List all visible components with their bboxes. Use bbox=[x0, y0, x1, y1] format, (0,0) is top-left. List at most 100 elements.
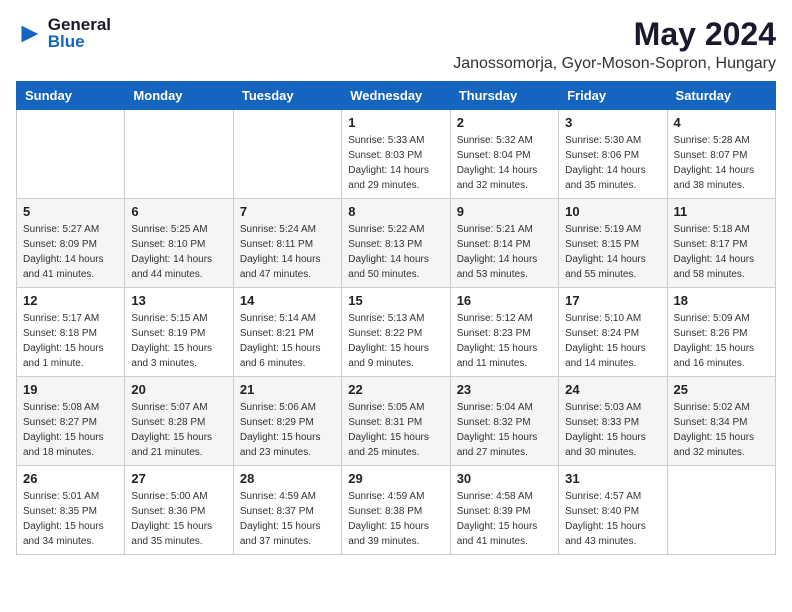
calendar-cell: 27 Sunrise: 5:00 AM Sunset: 8:36 PM Dayli… bbox=[125, 466, 233, 555]
day-number: 1 bbox=[348, 115, 443, 130]
day-info: Sunrise: 5:30 AM Sunset: 8:06 PM Dayligh… bbox=[565, 133, 660, 193]
day-info: Sunrise: 4:59 AM Sunset: 8:37 PM Dayligh… bbox=[240, 489, 335, 549]
calendar-week-row: 12 Sunrise: 5:17 AM Sunset: 8:18 PM Dayli… bbox=[17, 288, 776, 377]
day-number: 8 bbox=[348, 204, 443, 219]
calendar-cell: 18Sunrise: 5:09 AM Sunset: 8:26 PM Dayli… bbox=[667, 288, 775, 377]
calendar-title-block: May 2024 Janossomorja, Gyor-Moson-Sopron… bbox=[453, 16, 776, 73]
day-info: Sunrise: 4:57 AM Sunset: 8:40 PM Dayligh… bbox=[565, 489, 660, 549]
day-info: Sunrise: 5:22 AM Sunset: 8:13 PM Dayligh… bbox=[348, 222, 443, 282]
day-info: Sunrise: 5:25 AM Sunset: 8:10 PM Dayligh… bbox=[131, 222, 226, 282]
day-number: 18 bbox=[674, 293, 769, 308]
weekday-header-friday: Friday bbox=[559, 82, 667, 110]
calendar-cell: 11Sunrise: 5:18 AM Sunset: 8:17 PM Dayli… bbox=[667, 199, 775, 288]
day-number: 17 bbox=[565, 293, 660, 308]
day-number: 22 bbox=[348, 382, 443, 397]
day-info: Sunrise: 5:24 AM Sunset: 8:11 PM Dayligh… bbox=[240, 222, 335, 282]
day-number: 26 bbox=[23, 471, 118, 486]
calendar-cell: 14 Sunrise: 5:14 AM Sunset: 8:21 PM Dayli… bbox=[233, 288, 341, 377]
calendar-subtitle: Janossomorja, Gyor-Moson-Sopron, Hungary bbox=[453, 55, 776, 73]
day-info: Sunrise: 5:00 AM Sunset: 8:36 PM Dayligh… bbox=[131, 489, 226, 549]
day-info: Sunrise: 5:07 AM Sunset: 8:28 PM Dayligh… bbox=[131, 400, 226, 460]
calendar-cell: 31 Sunrise: 4:57 AM Sunset: 8:40 PM Dayli… bbox=[559, 466, 667, 555]
day-info: Sunrise: 5:17 AM Sunset: 8:18 PM Dayligh… bbox=[23, 311, 118, 371]
day-info: Sunrise: 4:58 AM Sunset: 8:39 PM Dayligh… bbox=[457, 489, 552, 549]
day-number: 28 bbox=[240, 471, 335, 486]
day-number: 16 bbox=[457, 293, 552, 308]
calendar-cell: 30 Sunrise: 4:58 AM Sunset: 8:39 PM Dayli… bbox=[450, 466, 558, 555]
logo-general-text: General bbox=[48, 16, 111, 33]
calendar-cell bbox=[125, 110, 233, 199]
weekday-header-tuesday: Tuesday bbox=[233, 82, 341, 110]
day-info: Sunrise: 5:32 AM Sunset: 8:04 PM Dayligh… bbox=[457, 133, 552, 193]
calendar-cell: 7 Sunrise: 5:24 AM Sunset: 8:11 PM Daylig… bbox=[233, 199, 341, 288]
day-info: Sunrise: 5:15 AM Sunset: 8:19 PM Dayligh… bbox=[131, 311, 226, 371]
day-number: 24 bbox=[565, 382, 660, 397]
day-number: 9 bbox=[457, 204, 552, 219]
weekday-header-row: SundayMondayTuesdayWednesdayThursdayFrid… bbox=[17, 82, 776, 110]
calendar-cell: 6 Sunrise: 5:25 AM Sunset: 8:10 PM Daylig… bbox=[125, 199, 233, 288]
calendar-cell: 3 Sunrise: 5:30 AM Sunset: 8:06 PM Daylig… bbox=[559, 110, 667, 199]
day-number: 29 bbox=[348, 471, 443, 486]
calendar-cell: 13Sunrise: 5:15 AM Sunset: 8:19 PM Dayli… bbox=[125, 288, 233, 377]
calendar-cell: 5 Sunrise: 5:27 AM Sunset: 8:09 PM Daylig… bbox=[17, 199, 125, 288]
day-number: 19 bbox=[23, 382, 118, 397]
day-info: Sunrise: 5:19 AM Sunset: 8:15 PM Dayligh… bbox=[565, 222, 660, 282]
calendar-cell: 15 Sunrise: 5:13 AM Sunset: 8:22 PM Dayli… bbox=[342, 288, 450, 377]
weekday-header-monday: Monday bbox=[125, 82, 233, 110]
weekday-header-thursday: Thursday bbox=[450, 82, 558, 110]
calendar-main-title: May 2024 bbox=[453, 16, 776, 53]
calendar-cell: 12 Sunrise: 5:17 AM Sunset: 8:18 PM Dayli… bbox=[17, 288, 125, 377]
day-info: Sunrise: 5:12 AM Sunset: 8:23 PM Dayligh… bbox=[457, 311, 552, 371]
day-number: 4 bbox=[674, 115, 769, 130]
day-info: Sunrise: 5:21 AM Sunset: 8:14 PM Dayligh… bbox=[457, 222, 552, 282]
calendar-cell: 10 Sunrise: 5:19 AM Sunset: 8:15 PM Dayli… bbox=[559, 199, 667, 288]
logo-icon: ► bbox=[16, 17, 44, 49]
day-info: Sunrise: 5:27 AM Sunset: 8:09 PM Dayligh… bbox=[23, 222, 118, 282]
day-number: 7 bbox=[240, 204, 335, 219]
day-number: 6 bbox=[131, 204, 226, 219]
day-info: Sunrise: 5:13 AM Sunset: 8:22 PM Dayligh… bbox=[348, 311, 443, 371]
calendar-cell: 1Sunrise: 5:33 AM Sunset: 8:03 PM Daylig… bbox=[342, 110, 450, 199]
calendar-cell: 9 Sunrise: 5:21 AM Sunset: 8:14 PM Daylig… bbox=[450, 199, 558, 288]
day-info: Sunrise: 5:02 AM Sunset: 8:34 PM Dayligh… bbox=[674, 400, 769, 460]
calendar-cell: 16 Sunrise: 5:12 AM Sunset: 8:23 PM Dayli… bbox=[450, 288, 558, 377]
day-number: 10 bbox=[565, 204, 660, 219]
calendar-cell bbox=[667, 466, 775, 555]
calendar-cell bbox=[233, 110, 341, 199]
weekday-header-sunday: Sunday bbox=[17, 82, 125, 110]
day-info: Sunrise: 5:05 AM Sunset: 8:31 PM Dayligh… bbox=[348, 400, 443, 460]
calendar-week-row: 26 Sunrise: 5:01 AM Sunset: 8:35 PM Dayli… bbox=[17, 466, 776, 555]
day-number: 14 bbox=[240, 293, 335, 308]
day-number: 12 bbox=[23, 293, 118, 308]
calendar-cell: 29 Sunrise: 4:59 AM Sunset: 8:38 PM Dayli… bbox=[342, 466, 450, 555]
day-info: Sunrise: 5:01 AM Sunset: 8:35 PM Dayligh… bbox=[23, 489, 118, 549]
day-number: 3 bbox=[565, 115, 660, 130]
day-number: 15 bbox=[348, 293, 443, 308]
calendar-cell: 21Sunrise: 5:06 AM Sunset: 8:29 PM Dayli… bbox=[233, 377, 341, 466]
day-number: 2 bbox=[457, 115, 552, 130]
calendar-cell: 4 Sunrise: 5:28 AM Sunset: 8:07 PM Daylig… bbox=[667, 110, 775, 199]
day-info: Sunrise: 5:04 AM Sunset: 8:32 PM Dayligh… bbox=[457, 400, 552, 460]
weekday-header-wednesday: Wednesday bbox=[342, 82, 450, 110]
day-info: Sunrise: 5:10 AM Sunset: 8:24 PM Dayligh… bbox=[565, 311, 660, 371]
day-info: Sunrise: 5:28 AM Sunset: 8:07 PM Dayligh… bbox=[674, 133, 769, 193]
day-number: 30 bbox=[457, 471, 552, 486]
day-info: Sunrise: 5:14 AM Sunset: 8:21 PM Dayligh… bbox=[240, 311, 335, 371]
day-info: Sunrise: 4:59 AM Sunset: 8:38 PM Dayligh… bbox=[348, 489, 443, 549]
page-header: ► General Blue May 2024 Janossomorja, Gy… bbox=[16, 16, 776, 73]
calendar-week-row: 1Sunrise: 5:33 AM Sunset: 8:03 PM Daylig… bbox=[17, 110, 776, 199]
day-number: 25 bbox=[674, 382, 769, 397]
day-number: 27 bbox=[131, 471, 226, 486]
calendar-cell: 23Sunrise: 5:04 AM Sunset: 8:32 PM Dayli… bbox=[450, 377, 558, 466]
calendar-cell: 24Sunrise: 5:03 AM Sunset: 8:33 PM Dayli… bbox=[559, 377, 667, 466]
calendar-week-row: 5 Sunrise: 5:27 AM Sunset: 8:09 PM Daylig… bbox=[17, 199, 776, 288]
calendar-cell: 19 Sunrise: 5:08 AM Sunset: 8:27 PM Dayli… bbox=[17, 377, 125, 466]
day-number: 5 bbox=[23, 204, 118, 219]
calendar-cell: 8 Sunrise: 5:22 AM Sunset: 8:13 PM Daylig… bbox=[342, 199, 450, 288]
day-number: 31 bbox=[565, 471, 660, 486]
calendar-cell bbox=[17, 110, 125, 199]
day-info: Sunrise: 5:06 AM Sunset: 8:29 PM Dayligh… bbox=[240, 400, 335, 460]
day-info: Sunrise: 5:08 AM Sunset: 8:27 PM Dayligh… bbox=[23, 400, 118, 460]
day-number: 20 bbox=[131, 382, 226, 397]
calendar-cell: 22 Sunrise: 5:05 AM Sunset: 8:31 PM Dayli… bbox=[342, 377, 450, 466]
